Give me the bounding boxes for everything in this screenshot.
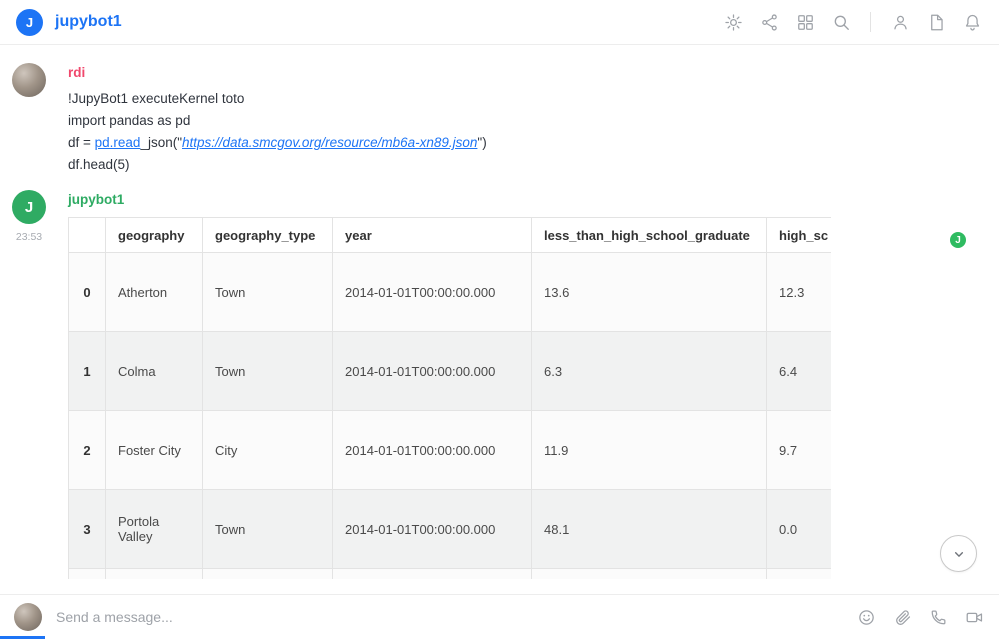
message-text: import pandas as pd	[68, 110, 999, 132]
table-cell: 6.3	[532, 332, 767, 411]
bot-avatar[interactable]: J	[12, 190, 46, 224]
table-cell: 1	[69, 332, 106, 411]
dataframe-table-container[interactable]: geography geography_type year less_than_…	[68, 217, 831, 579]
table-cell: Town	[203, 332, 333, 411]
table-row: 0 Atherton Town 2014-01-01T00:00:00.000 …	[69, 253, 832, 332]
code-text: df =	[68, 135, 95, 150]
table-row: 3 Portola Valley Town 2014-01-01T00:00:0…	[69, 490, 832, 569]
table-row-partial	[69, 569, 832, 580]
message-text-code: df = pd.read_json("https://data.smcgov.o…	[68, 132, 999, 154]
table-cell: 2	[69, 411, 106, 490]
table-cell: Foster City	[106, 411, 203, 490]
chat-app: J jupybot1	[0, 0, 999, 639]
search-icon[interactable]	[830, 11, 852, 33]
table-cell: 2014-01-01T00:00:00.000	[333, 411, 532, 490]
table-cell: 6.4	[767, 332, 832, 411]
emoji-icon[interactable]	[855, 606, 877, 628]
unread-jump-badge[interactable]: J	[950, 232, 966, 248]
message-text: df.head(5)	[68, 154, 999, 176]
table-cell: Portola Valley	[106, 490, 203, 569]
user-avatar[interactable]	[12, 63, 46, 97]
message-composer	[0, 594, 999, 639]
table-cell: Town	[203, 253, 333, 332]
table-cell: Town	[203, 490, 333, 569]
table-cell: 0.0	[767, 490, 832, 569]
table-cell: 2014-01-01T00:00:00.000	[333, 253, 532, 332]
channel-avatar[interactable]: J	[16, 9, 43, 36]
code-url-link[interactable]: https://data.smcgov.org/resource/mb6a-xn…	[182, 135, 477, 150]
code-text: ")	[477, 135, 486, 150]
phone-icon[interactable]	[927, 606, 949, 628]
channel-avatar-letter: J	[26, 15, 33, 30]
table-row: 1 Colma Town 2014-01-01T00:00:00.000 6.3…	[69, 332, 832, 411]
video-call-icon[interactable]	[963, 606, 985, 628]
table-cell: 48.1	[532, 490, 767, 569]
composer-avatar	[14, 603, 42, 631]
table-cell: Atherton	[106, 253, 203, 332]
bell-icon[interactable]	[961, 11, 983, 33]
message-author[interactable]: jupybot1	[68, 192, 999, 207]
message-text: !JupyBot1 executeKernel toto	[68, 88, 999, 110]
scroll-to-bottom-button[interactable]	[940, 535, 977, 572]
header-divider	[870, 12, 871, 32]
column-header: less_than_high_school_graduate	[532, 218, 767, 253]
message-list[interactable]: rdi !JupyBot1 executeKernel toto import …	[0, 45, 999, 594]
table-cell: 9.7	[767, 411, 832, 490]
table-cell: 11.9	[532, 411, 767, 490]
table-cell: 13.6	[532, 253, 767, 332]
column-header: high_sc	[767, 218, 832, 253]
table-cell: 3	[69, 490, 106, 569]
code-link[interactable]: pd.read	[95, 135, 141, 150]
attachment-icon[interactable]	[891, 606, 913, 628]
channel-header: J jupybot1	[0, 0, 999, 45]
header-actions	[722, 11, 983, 33]
column-header: geography	[106, 218, 203, 253]
share-icon[interactable]	[758, 11, 780, 33]
table-cell: 0	[69, 253, 106, 332]
message-author[interactable]: rdi	[68, 65, 999, 80]
column-header: year	[333, 218, 532, 253]
code-text: _json("	[140, 135, 182, 150]
message-input[interactable]	[56, 609, 855, 625]
composer-actions	[855, 606, 985, 628]
apps-grid-icon[interactable]	[794, 11, 816, 33]
table-header-row: geography geography_type year less_than_…	[69, 218, 832, 253]
dataframe-table: geography geography_type year less_than_…	[68, 217, 831, 579]
members-icon[interactable]	[889, 11, 911, 33]
table-cell: 2014-01-01T00:00:00.000	[333, 490, 532, 569]
table-cell: 12.3	[767, 253, 832, 332]
message-bot: J 23:53 jupybot1 geograp	[0, 176, 999, 579]
bot-avatar-letter: J	[25, 199, 33, 216]
message-user: rdi !JupyBot1 executeKernel toto import …	[0, 45, 999, 176]
gear-icon[interactable]	[722, 11, 744, 33]
table-row: 2 Foster City City 2014-01-01T00:00:00.0…	[69, 411, 832, 490]
files-icon[interactable]	[925, 11, 947, 33]
channel-title[interactable]: jupybot1	[55, 13, 122, 31]
table-cell: City	[203, 411, 333, 490]
column-header	[69, 218, 106, 253]
table-cell: Colma	[106, 332, 203, 411]
chevron-down-icon	[949, 544, 969, 564]
table-cell: 2014-01-01T00:00:00.000	[333, 332, 532, 411]
message-timestamp: 23:53	[16, 231, 42, 243]
column-header: geography_type	[203, 218, 333, 253]
